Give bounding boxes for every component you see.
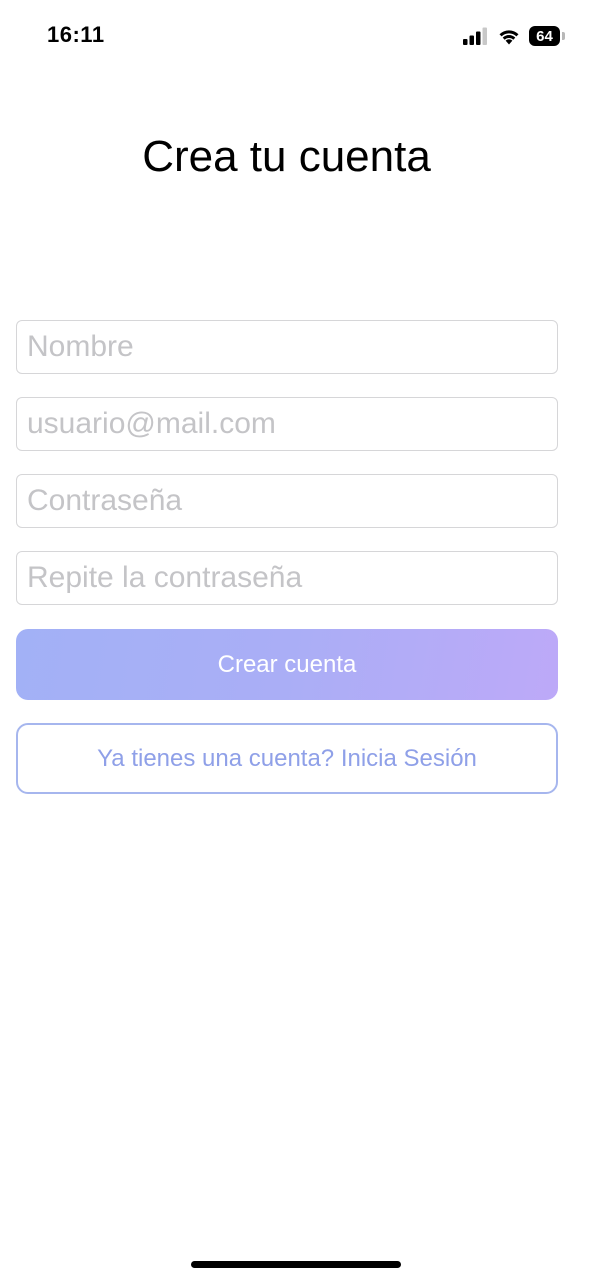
- email-field[interactable]: [16, 397, 558, 451]
- login-link-button[interactable]: Ya tienes una cuenta? Inicia Sesión: [16, 723, 558, 794]
- password-field[interactable]: [16, 474, 558, 528]
- battery-cap: [562, 32, 565, 40]
- wifi-icon: [499, 30, 519, 45]
- login-link-label: Ya tienes una cuenta? Inicia Sesión: [97, 744, 477, 772]
- status-icons: 64: [463, 24, 565, 48]
- signal-icon: [463, 27, 487, 45]
- status-bar: 16:11 64: [0, 0, 591, 70]
- battery-level: 64: [529, 26, 560, 46]
- repeat-password-field[interactable]: [16, 551, 558, 605]
- page-title: Crea tu cuenta: [142, 132, 431, 181]
- home-indicator[interactable]: [191, 1261, 401, 1268]
- name-field[interactable]: [16, 320, 558, 374]
- status-time: 16:11: [47, 22, 105, 47]
- create-account-button[interactable]: Crear cuenta: [16, 629, 558, 700]
- battery-icon: 64: [529, 26, 565, 46]
- create-account-label: Crear cuenta: [217, 650, 357, 678]
